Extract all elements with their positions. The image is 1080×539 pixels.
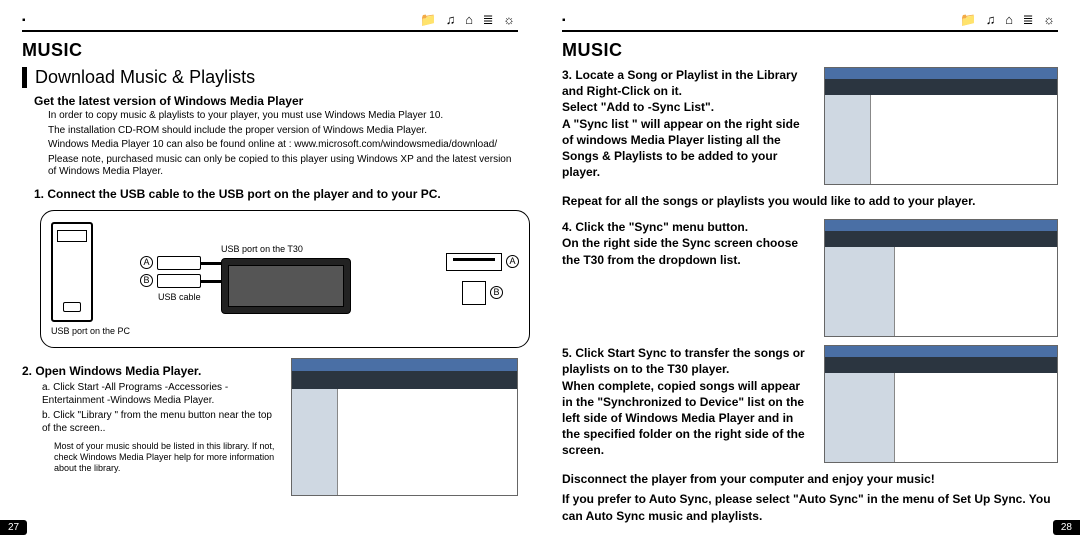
- manual-page-28: ▪ 📁 ♫ ⌂ ≣ ☼ MUSIC 3. Locate a Song or Pl…: [540, 0, 1080, 539]
- diagram-label-usb-cable: USB cable: [158, 292, 201, 302]
- corner-mark-icon: ▪: [22, 15, 26, 26]
- corner-mark-icon: ▪: [562, 15, 566, 26]
- page-number: 27: [0, 520, 27, 535]
- usb-plug-b-icon: [157, 274, 201, 288]
- diagram-label-usb-t30: USB port on the T30: [221, 244, 351, 254]
- page-top-rule: ▪ 📁 ♫ ⌂ ≣ ☼: [22, 12, 518, 32]
- page-title: MUSIC: [562, 40, 1058, 61]
- page-title: MUSIC: [22, 40, 518, 61]
- marker-a-icon: A: [140, 256, 153, 269]
- category-icons: 📁 ♫ ⌂ ≣ ☼: [960, 12, 1058, 28]
- step-3-line-3: A "Sync list " will appear on the right …: [562, 116, 814, 181]
- intro-line-3: Windows Media Player 10 can also be foun…: [22, 139, 518, 152]
- marker-b2-icon: B: [490, 286, 503, 299]
- section-heading: Download Music & Playlists: [22, 67, 518, 88]
- step-5-line-1: 5. Click Start Sync to transfer the song…: [562, 345, 814, 377]
- intro-line-4: Please note, purchased music can only be…: [22, 154, 518, 179]
- wmp-sync-screenshot: [824, 219, 1058, 337]
- t30-device-icon: [221, 258, 351, 314]
- wmp-library-screenshot: [291, 358, 518, 496]
- marker-b-icon: B: [140, 274, 153, 287]
- subheading: Get the latest version of Windows Media …: [22, 94, 518, 108]
- usb-connection-diagram: USB port on the PC A B USB cable USB por…: [40, 210, 530, 348]
- usb-plug-a-icon: [157, 256, 201, 270]
- step-3-line-2: Select "Add to -Sync List".: [562, 99, 814, 115]
- wmp-complete-screenshot: [824, 345, 1058, 463]
- intro-line-2: The installation CD-ROM should include t…: [22, 125, 518, 138]
- usb-a-connector-icon: [446, 253, 502, 271]
- wmp-synclist-screenshot: [824, 67, 1058, 185]
- manual-page-27: ▪ 📁 ♫ ⌂ ≣ ☼ MUSIC Download Music & Playl…: [0, 0, 540, 539]
- step-2-note: Most of your music should be listed in t…: [22, 441, 281, 475]
- step-3-repeat: Repeat for all the songs or playlists yo…: [562, 193, 1058, 209]
- step-1-heading: 1. Connect the USB cable to the USB port…: [22, 187, 518, 201]
- step-2a: a. Click Start -All Programs -Accessorie…: [22, 381, 281, 407]
- step-5-line-2: When complete, copied songs will appear …: [562, 378, 814, 459]
- step-2-heading: 2. Open Windows Media Player.: [22, 364, 281, 378]
- marker-a2-icon: A: [506, 255, 519, 268]
- pc-tower-icon: [51, 222, 93, 322]
- diagram-label-usb-pc: USB port on the PC: [51, 326, 130, 336]
- footer-autosync: If you prefer to Auto Sync, please selec…: [562, 491, 1058, 523]
- page-top-rule: ▪ 📁 ♫ ⌂ ≣ ☼: [562, 12, 1058, 32]
- intro-line-1: In order to copy music & playlists to yo…: [22, 110, 518, 123]
- step-3-line-1: 3. Locate a Song or Playlist in the Libr…: [562, 67, 814, 99]
- footer-disconnect: Disconnect the player from your computer…: [562, 471, 1058, 487]
- category-icons: 📁 ♫ ⌂ ≣ ☼: [420, 12, 518, 28]
- step-2b: b. Click "Library " from the menu button…: [22, 409, 281, 435]
- usb-b-connector-icon: [462, 281, 486, 305]
- step-4-line-1: 4. Click the "Sync" menu button.: [562, 219, 814, 235]
- step-4-line-2: On the right side the Sync screen choose…: [562, 235, 814, 267]
- page-number: 28: [1053, 520, 1080, 535]
